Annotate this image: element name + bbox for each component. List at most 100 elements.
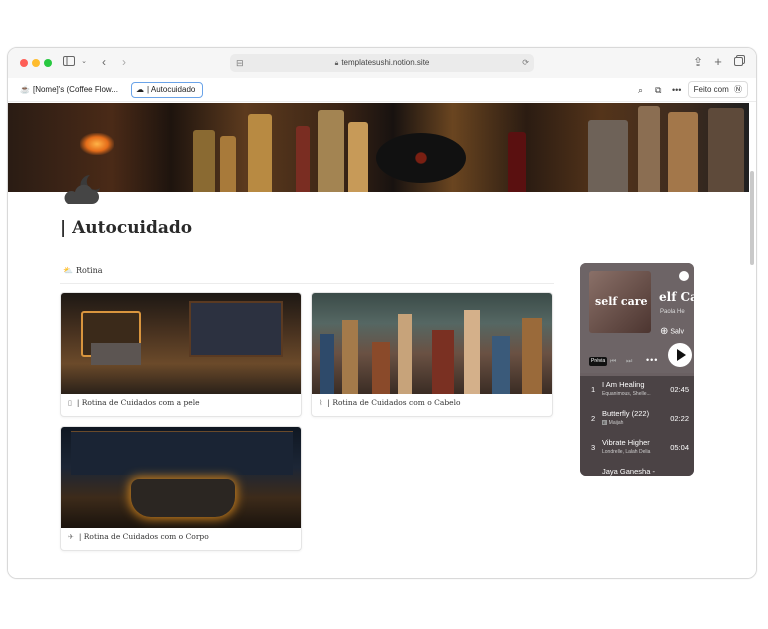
more-icon[interactable]: ••• bbox=[646, 355, 658, 365]
made-with-label: Feito com bbox=[693, 85, 729, 94]
close-window-button[interactable] bbox=[20, 59, 28, 67]
search-icon[interactable]: ⌕ bbox=[638, 82, 643, 98]
sidebar-icon[interactable] bbox=[62, 54, 76, 70]
tab-label: [Nome]'s (Coffee Flow... bbox=[32, 85, 118, 94]
gallery-card-pele[interactable]: ▯ | Rotina de Cuidados com a pele bbox=[60, 292, 302, 417]
spotify-header: self care elf Ca Paola He ⊕ Salv Prévia … bbox=[580, 263, 694, 373]
playlist-cover-text: self care bbox=[595, 295, 648, 308]
bottle-shape bbox=[588, 120, 628, 192]
bottle-shape bbox=[432, 330, 454, 394]
page-scrollbar[interactable] bbox=[750, 171, 754, 265]
back-icon[interactable]: ‹ bbox=[98, 54, 110, 70]
share-icon[interactable]: ⇪ bbox=[692, 54, 704, 70]
cloud-moon-icon: ☁ bbox=[136, 85, 144, 94]
bottle-shape bbox=[248, 114, 272, 192]
chevron-down-icon[interactable]: ⌄ bbox=[80, 54, 88, 70]
explicit-icon: E bbox=[602, 420, 607, 425]
forward-icon[interactable]: › bbox=[118, 54, 130, 70]
duplicate-icon[interactable]: ⧉ bbox=[655, 82, 661, 98]
bottle-shape bbox=[398, 314, 412, 394]
sun-cloud-icon: ⛅ bbox=[63, 266, 73, 275]
playlist-title[interactable]: elf Ca bbox=[659, 290, 694, 304]
fireplace-glow bbox=[80, 133, 114, 155]
browser-window: ⌄ ‹ › ⊟ 🔒︎ templatesushi.notion.site ⟳ ⇪ … bbox=[7, 47, 757, 579]
track-name: Vibrate Higher bbox=[602, 438, 650, 447]
track-row[interactable]: 2 Butterfly (222) E Maijah 02:22 bbox=[580, 405, 694, 433]
track-number: 1 bbox=[591, 385, 596, 394]
track-row[interactable]: Jaya Ganesha - bbox=[580, 463, 694, 476]
playlist-artist[interactable]: Paola He bbox=[660, 309, 685, 315]
save-label: Salv bbox=[670, 328, 684, 336]
view-tab-label: Rotina bbox=[75, 266, 103, 275]
next-icon[interactable]: ⏭ bbox=[626, 357, 632, 366]
tab-coffee-flow[interactable]: ☕ [Nome]'s (Coffee Flow... bbox=[16, 82, 126, 98]
bottle-shape bbox=[296, 126, 310, 192]
spotify-embed[interactable]: self care elf Ca Paola He ⊕ Salv Prévia … bbox=[580, 263, 694, 476]
play-button[interactable] bbox=[668, 343, 692, 367]
track-number: 2 bbox=[591, 414, 596, 423]
divider bbox=[60, 283, 554, 284]
track-number: 3 bbox=[591, 443, 596, 452]
cover-image bbox=[8, 103, 749, 192]
tab-bar: ☕ [Nome]'s (Coffee Flow... ☁ | Autocuidado… bbox=[8, 78, 756, 102]
bottle-shape bbox=[464, 310, 480, 394]
bottle-shape bbox=[708, 108, 744, 192]
bottle-shape bbox=[668, 112, 698, 192]
vinyl-record bbox=[376, 133, 466, 183]
track-artists: E Maijah bbox=[602, 420, 623, 426]
bottle-shape bbox=[492, 336, 510, 394]
card-title-text: | Rotina de Cuidados com o Cabelo bbox=[327, 398, 461, 407]
tab-label: | Autocuidado bbox=[147, 85, 196, 94]
track-name: Jaya Ganesha - bbox=[602, 467, 655, 476]
page-settings-icon[interactable]: ⊟ bbox=[236, 54, 244, 72]
bottle-shape bbox=[320, 334, 334, 394]
gallery-card-cabelo[interactable]: ⌇ | Rotina de Cuidados com o Cabelo bbox=[311, 292, 553, 417]
bathtub-shape bbox=[131, 479, 235, 517]
spotify-logo-icon[interactable] bbox=[679, 271, 689, 281]
lock-icon: 🔒︎ bbox=[334, 60, 339, 67]
playlist-cover: self care bbox=[589, 271, 651, 333]
reload-icon[interactable]: ⟳ bbox=[522, 54, 529, 72]
more-icon[interactable]: ••• bbox=[672, 82, 681, 98]
track-row[interactable]: 1 I Am Healing Equanimous, Shelle... 02:… bbox=[580, 376, 694, 404]
bottle-shape bbox=[372, 342, 390, 394]
bottle-shape bbox=[193, 130, 215, 192]
plus-circle-icon: ⊕ bbox=[660, 326, 669, 337]
tab-overview-icon[interactable] bbox=[732, 54, 746, 70]
track-name: I Am Healing bbox=[602, 380, 645, 389]
bottle-shape bbox=[342, 320, 358, 394]
zoom-window-button[interactable] bbox=[44, 59, 52, 67]
track-duration: 05:04 bbox=[670, 443, 689, 452]
window-shape bbox=[189, 301, 283, 357]
track-artists-text: Maijah bbox=[608, 420, 624, 426]
bottle-shape bbox=[220, 136, 236, 192]
track-row[interactable]: 3 Vibrate Higher Londrelle, Lalah Delia … bbox=[580, 434, 694, 462]
card-cover-image bbox=[61, 293, 301, 394]
card-title: ⌇ | Rotina de Cuidados com o Cabelo bbox=[319, 398, 460, 407]
made-with-notion-button[interactable]: Feito com Ⓝ bbox=[687, 81, 748, 98]
minimize-window-button[interactable] bbox=[32, 59, 40, 67]
card-title-text: | Rotina de Cuidados com a pele bbox=[76, 398, 200, 407]
previous-icon[interactable]: ⏮ bbox=[610, 357, 616, 366]
new-tab-icon[interactable]: + bbox=[712, 54, 724, 70]
mirror-icon: ▯ bbox=[68, 399, 72, 407]
track-artists: Londrelle, Lalah Delia bbox=[602, 449, 651, 455]
url-text: templatesushi.notion.site bbox=[341, 58, 430, 67]
notion-page: | Autocuidado ⛅ Rotina ▯ | Rotina de Cuida… bbox=[8, 103, 756, 578]
gallery-card-corpo[interactable]: ✈ | Rotina de Cuidados com o Corpo bbox=[60, 426, 302, 551]
track-name: Butterfly (222) bbox=[602, 409, 650, 418]
coffee-icon: ☕ bbox=[20, 85, 30, 94]
window-shape bbox=[71, 431, 293, 475]
tab-autocuidado[interactable]: ☁ | Autocuidado bbox=[131, 82, 203, 98]
bottle-shape bbox=[522, 318, 542, 394]
bottle-shape bbox=[638, 106, 660, 192]
track-artists: Equanimous, Shelle... bbox=[602, 391, 651, 397]
hair-icon: ⌇ bbox=[319, 399, 323, 407]
page-title: | Autocuidado bbox=[60, 218, 193, 238]
track-duration: 02:45 bbox=[670, 385, 689, 394]
view-tab-rotina[interactable]: ⛅ Rotina bbox=[63, 266, 103, 275]
address-bar[interactable]: ⊟ 🔒︎ templatesushi.notion.site ⟳ bbox=[230, 54, 534, 72]
browser-toolbar: ⌄ ‹ › ⊟ 🔒︎ templatesushi.notion.site ⟳ ⇪ … bbox=[8, 48, 756, 78]
preview-badge: Prévia bbox=[589, 357, 608, 366]
save-button[interactable]: ⊕ Salv bbox=[660, 326, 684, 337]
